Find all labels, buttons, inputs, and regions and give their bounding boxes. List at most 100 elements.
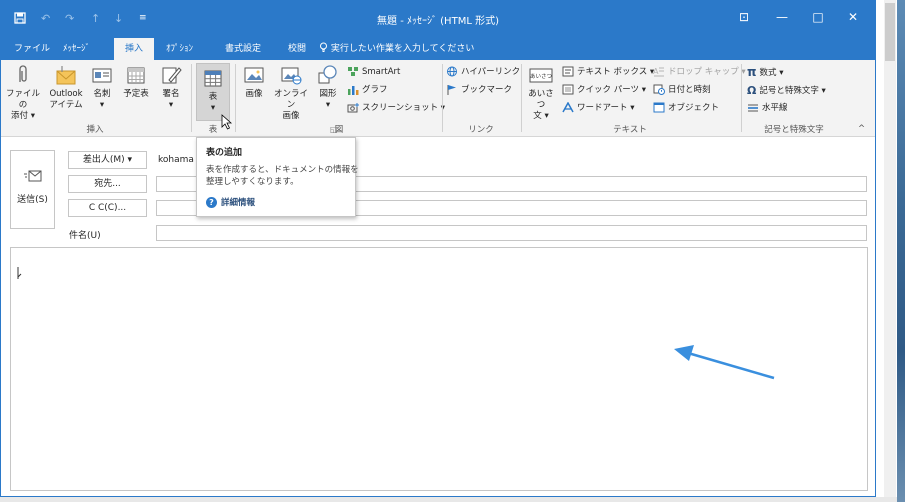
chart-label: グラフ <box>362 85 388 95</box>
bookmark-button[interactable]: ブックマーク <box>446 84 512 97</box>
business-card-button[interactable]: 名刺 ▾ <box>89 64 115 111</box>
group-separator <box>521 64 522 132</box>
subject-field[interactable] <box>156 225 867 241</box>
online-picture-button[interactable]: オンライン 画像 <box>271 64 311 122</box>
equation-label: 数式 ▾ <box>759 68 784 78</box>
lightbulb-icon <box>319 42 331 54</box>
tell-me-search[interactable]: 実行したい作業を入力してください <box>315 38 478 60</box>
object-button[interactable]: オブジェクト <box>653 102 719 115</box>
shapes-dropdown: ▾ <box>325 100 331 110</box>
chart-icon <box>348 86 359 95</box>
maximize-button[interactable]: □ <box>808 10 828 24</box>
equation-button[interactable]: π 数式 ▾ <box>747 66 783 79</box>
attach-file-label-2: 添付 ▾ <box>11 111 35 121</box>
message-body[interactable] <box>10 247 868 491</box>
svg-text:A: A <box>653 67 659 76</box>
group-label-insert: 挿入 <box>86 125 104 135</box>
screenshot-icon <box>347 103 359 113</box>
envelope-attach-icon <box>56 66 76 85</box>
wordart-button[interactable]: ワードアート ▾ <box>562 102 634 115</box>
object-icon <box>653 102 665 113</box>
pi-icon: π <box>747 65 757 79</box>
send-button[interactable]: 送信(S) <box>10 150 55 229</box>
greeting-icon: あいさつ <box>529 68 553 83</box>
tab-insert[interactable]: 挿入 <box>114 38 154 60</box>
title-bar: ↶ ↷ ↑ ↓ ≡ 無題 - ﾒｯｾｰｼﾞ (HTML 形式) ⊡ — □ ✕ <box>1 1 875 38</box>
symbol-button[interactable]: Ω 記号と特殊文字 ▾ <box>747 84 826 97</box>
smartart-button[interactable]: SmartArt <box>347 66 400 79</box>
attach-file-button[interactable]: ファイルの 添付 ▾ <box>5 64 41 122</box>
tooltip-body-line-2: 整理しやすくなります。 <box>206 177 299 187</box>
text-box-button[interactable]: テキスト ボックス ▾ <box>562 66 654 79</box>
quick-parts-label: クイック パーツ ▾ <box>577 85 647 95</box>
calendar-icon <box>127 67 145 84</box>
from-value: kohama <box>158 155 194 165</box>
hyperlink-icon <box>447 66 457 77</box>
send-envelope-icon <box>23 170 41 182</box>
scrollbar-thumb[interactable] <box>885 3 895 61</box>
calendar-button[interactable]: 予定表 <box>119 64 153 100</box>
outlook-item-button[interactable]: Outlook アイテム <box>45 64 87 111</box>
illustrations-launcher-icon[interactable]: ◱ <box>330 123 338 136</box>
bookmark-icon <box>447 85 456 95</box>
drop-cap-label: ドロップ キャップ ▾ <box>668 67 746 77</box>
table-tooltip: 表の追加 表を作成すると、ドキュメントの情報を 整理しやすくなります。 ? 詳細情… <box>196 137 359 217</box>
tab-format-text[interactable]: 書式設定 <box>221 38 265 60</box>
bottom-edge <box>0 497 897 502</box>
greeting-label-1: あいさつ <box>528 89 554 110</box>
greeting-button[interactable]: あいさつ あいさつ 文 ▾ <box>525 64 557 122</box>
ribbon-display-options-icon[interactable]: ⊡ <box>734 10 754 24</box>
cc-button[interactable]: C C(C)... <box>68 199 147 217</box>
minimize-button[interactable]: — <box>772 10 792 24</box>
group-separator <box>741 64 742 132</box>
signature-button[interactable]: 署名 ▾ <box>157 64 185 111</box>
object-label: オブジェクト <box>668 103 720 113</box>
tab-message[interactable]: ﾒｯｾｰｼﾞ <box>59 38 94 60</box>
tab-options[interactable]: ｵﾌﾟｼｮﾝ <box>162 38 197 60</box>
to-button[interactable]: 宛先... <box>68 175 147 193</box>
tooltip-more-info-link[interactable]: ? 詳細情報 <box>206 196 255 208</box>
shapes-icon <box>318 65 337 84</box>
screenshot-button[interactable]: スクリーンショット ▾ <box>347 102 445 115</box>
horizontal-line-label: 水平線 <box>762 103 788 113</box>
hyperlink-label: ハイパーリンク <box>461 67 521 77</box>
greeting-label-2: 文 ▾ <box>533 111 549 121</box>
symbol-label: 記号と特殊文字 ▾ <box>759 86 826 96</box>
ribbon: ファイルの 添付 ▾ Outlook アイテム 名刺 ▾ 予定表 署名 ▾ 挿入… <box>1 60 875 137</box>
quick-parts-button[interactable]: クイック パーツ ▾ <box>562 84 646 97</box>
screenshot-label: スクリーンショット ▾ <box>362 103 446 113</box>
online-picture-icon <box>281 67 302 85</box>
tab-review[interactable]: 校閲 <box>284 38 310 60</box>
horizontal-line-button[interactable]: 水平線 <box>747 102 788 115</box>
from-button[interactable]: 差出人(M) ▾ <box>68 151 147 169</box>
chart-button[interactable]: グラフ <box>347 84 388 97</box>
tab-file[interactable]: ファイル <box>10 38 54 60</box>
quick-parts-icon <box>562 84 574 95</box>
picture-label: 画像 <box>245 89 263 99</box>
horizontal-line-icon <box>748 104 758 112</box>
group-label-symbols: 記号と特殊文字 <box>764 125 824 135</box>
group-separator <box>235 64 236 132</box>
outlook-compose-window: ↶ ↷ ↑ ↓ ≡ 無題 - ﾒｯｾｰｼﾞ (HTML 形式) ⊡ — □ ✕ … <box>0 0 876 497</box>
annotation-arrow-icon <box>674 345 775 380</box>
subject-label: 件名(U) <box>69 231 101 241</box>
ribbon-tabs: ファイル ﾒｯｾｰｼﾞ 挿入 ｵﾌﾟｼｮﾝ 書式設定 校閲 実行したい作業を入力… <box>1 38 875 60</box>
greeting-icon-text: あいさつ <box>530 73 552 80</box>
tooltip-body-line-1: 表を作成すると、ドキュメントの情報を <box>206 165 359 175</box>
table-dropdown: ▾ <box>210 103 216 113</box>
group-label-links: リンク <box>468 125 494 135</box>
hyperlink-button[interactable]: ハイパーリンク <box>446 66 520 79</box>
shapes-button[interactable]: 図形 ▾ <box>313 64 343 111</box>
signature-label: 署名 <box>162 89 180 99</box>
business-card-label: 名刺 <box>93 89 111 99</box>
close-button[interactable]: ✕ <box>843 10 863 24</box>
outlook-item-label-1: Outlook <box>49 89 83 99</box>
group-label-text: テキスト <box>613 125 647 135</box>
collapse-ribbon-icon[interactable]: ^ <box>858 123 865 136</box>
table-button[interactable]: 表 ▾ <box>196 63 230 121</box>
help-icon: ? <box>206 197 217 208</box>
vertical-scrollbar[interactable] <box>884 0 896 497</box>
picture-button[interactable]: 画像 <box>239 64 269 100</box>
date-time-button[interactable]: 日付と時刻 <box>653 84 711 97</box>
table-label: 表 <box>208 92 218 102</box>
